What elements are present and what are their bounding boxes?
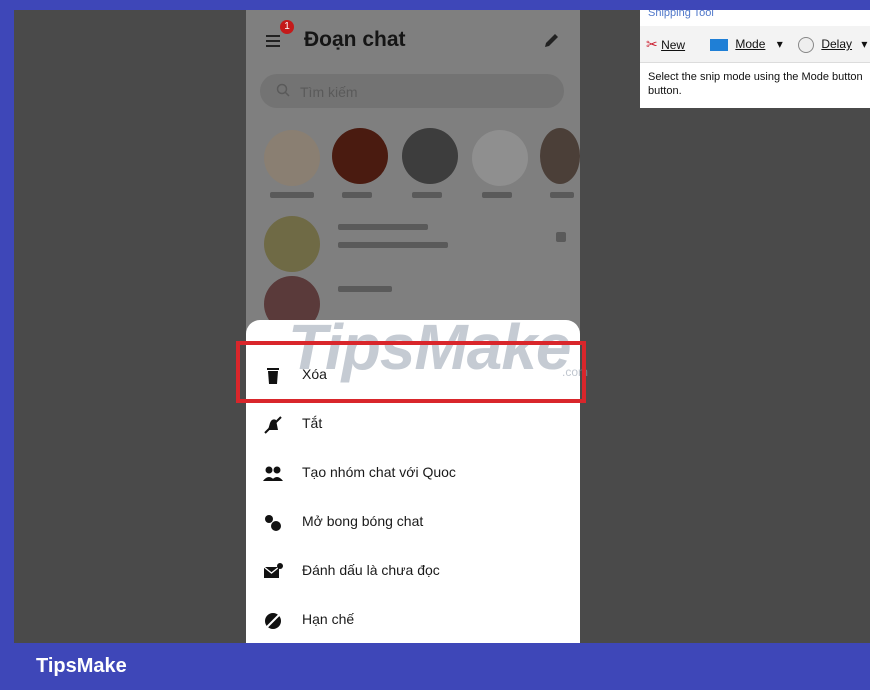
mode-button[interactable]: Mode ▾ <box>710 34 783 54</box>
conversation-preview-placeholder <box>338 242 448 248</box>
bell-off-icon <box>264 416 282 434</box>
snipping-tool-toolbar: ✂ New Mode ▾ Delay ▾ <box>640 26 870 63</box>
delay-label: Delay <box>821 37 853 51</box>
contact-avatar[interactable] <box>472 130 528 186</box>
footer-bar: TipsMake <box>0 643 870 690</box>
messenger-header: 1 Đoạn chat <box>246 10 580 70</box>
contact-name-placeholder <box>342 192 372 198</box>
new-snip-label: New <box>661 38 686 52</box>
restrict-icon <box>265 613 281 629</box>
menu-item-restrict[interactable]: Hạn chế <box>246 597 580 643</box>
highlight-box <box>236 341 586 403</box>
menu-item-label: Hạn chế <box>302 611 355 627</box>
caret-down-icon: ▾ <box>776 37 783 51</box>
search-bar[interactable] <box>260 74 564 110</box>
search-icon <box>276 83 290 97</box>
top-frame-bar <box>0 0 870 10</box>
menu-item-open-bubble[interactable]: Mở bong bóng chat <box>246 499 580 547</box>
conversation-name-placeholder <box>338 224 428 230</box>
contact-name-placeholder <box>412 192 442 198</box>
menu-item-label: Tạo nhóm chat với Quoc <box>302 464 456 480</box>
menu-item-create-group[interactable]: Tạo nhóm chat với Quoc <box>246 450 580 498</box>
menu-item-mute[interactable]: Tắt <box>246 401 580 449</box>
delay-button[interactable]: Delay ▾ <box>798 34 867 54</box>
contact-name-placeholder <box>550 192 574 198</box>
contact-avatar[interactable] <box>540 128 580 184</box>
contact-avatar[interactable] <box>332 128 388 184</box>
menu-item-mark-unread[interactable]: Đánh dấu là chưa đọc <box>246 548 580 596</box>
contact-name-placeholder <box>270 192 314 198</box>
snip-description-line1: Select the snip mode using the Mode butt… <box>648 71 863 83</box>
pencil-icon[interactable] <box>542 30 562 50</box>
contact-name-placeholder <box>482 192 512 198</box>
snipping-tool-title: Snipping Tool <box>648 10 714 19</box>
clock-icon <box>798 36 814 53</box>
contact-avatar[interactable] <box>264 130 320 186</box>
mode-label: Mode <box>735 37 766 51</box>
page-title: Đoạn chat <box>304 28 406 51</box>
conversation-name-placeholder <box>338 286 392 292</box>
hamburger-menu-icon[interactable] <box>264 30 286 52</box>
footer-brand: TipsMake <box>36 655 127 677</box>
mode-icon <box>710 38 728 51</box>
new-snip-button[interactable]: ✂ New <box>646 34 685 54</box>
contact-avatar[interactable] <box>402 128 458 184</box>
scissors-icon: ✂ <box>646 36 658 52</box>
snip-description-line2: button. <box>648 85 682 97</box>
search-input[interactable] <box>298 74 552 110</box>
caret-down-icon: ▾ <box>861 37 868 51</box>
mail-unread-icon <box>263 563 283 578</box>
menu-item-label: Đánh dấu là chưa đọc <box>302 562 440 578</box>
menu-item-label: Mở bong bóng chat <box>302 513 424 529</box>
notification-badge: 1 <box>280 20 294 34</box>
chat-bubbles-icon <box>265 515 281 531</box>
group-icon <box>263 466 283 481</box>
conversation-avatar[interactable] <box>264 216 320 272</box>
conversation-time-placeholder <box>556 232 566 242</box>
snip-description: Select the snip mode using the Mode butt… <box>648 70 870 98</box>
snipping-tool-window: Snipping Tool ✂ New Mode ▾ Delay ▾ Selec… <box>640 10 870 108</box>
menu-item-label: Tắt <box>302 415 323 431</box>
desktop-area: 1 Đoạn chat Tìm kiếm Snipping Tool ✂ New… <box>14 10 870 643</box>
